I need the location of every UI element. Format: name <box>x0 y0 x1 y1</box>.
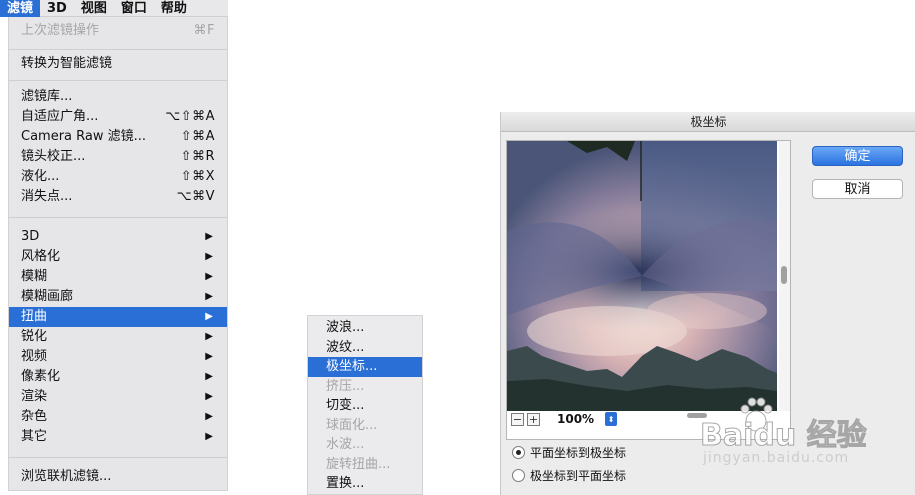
shortcut-label: ⇧⌘R <box>180 149 215 164</box>
polar-preview-graphic <box>507 141 777 411</box>
shortcut-label: ⇧⌘X <box>180 169 215 184</box>
shortcut-label: ⌘F <box>193 23 215 38</box>
option-rect-to-polar[interactable]: 平面坐标到极坐标 <box>512 443 626 461</box>
radio-button-checked[interactable] <box>512 445 525 459</box>
chevron-right-icon: ▶ <box>205 231 213 242</box>
zoom-level: 100% <box>557 412 595 426</box>
menu-item-label: 视频 <box>21 349 48 364</box>
submenu-item-pinch[interactable]: 挤压... <box>308 377 422 397</box>
menu-item-label: 扭曲 <box>21 309 48 324</box>
zoom-out-button[interactable]: − <box>511 412 524 426</box>
menu-item-label: 模糊画廊 <box>21 289 74 304</box>
menu-view[interactable]: 视图 <box>74 0 114 17</box>
filter-dropdown-menu: 上次滤镜操作 ⌘F 转换为智能滤镜 滤镜库... 自适应广角... ⌥⇧⌘A C… <box>8 17 228 491</box>
watermark: Baidu 经验 jingyan.baidu.com <box>700 395 900 475</box>
menu-item-label: 渲染 <box>21 389 48 404</box>
chevron-right-icon: ▶ <box>205 311 213 322</box>
shortcut-label: ⌥⌘V <box>176 189 215 204</box>
watermark-logo: Baidu 经验 <box>700 418 868 454</box>
submenu-item-displace[interactable]: 置换... <box>308 474 422 494</box>
menu-item-filter-gallery[interactable]: 滤镜库... <box>9 87 227 107</box>
menu-item-adaptive-wide-angle[interactable]: 自适应广角... ⌥⇧⌘A <box>9 107 227 127</box>
zoom-controls: − + 100% ⬍ <box>511 411 618 427</box>
submenu-other[interactable]: 其它 ▶ <box>9 427 227 447</box>
menu-item-label: 消失点... <box>21 189 73 204</box>
scrollbar-thumb[interactable] <box>781 266 787 284</box>
menu-separator <box>9 217 227 218</box>
submenu-pixelate[interactable]: 像素化 ▶ <box>9 367 227 387</box>
menu-item-camera-raw[interactable]: Camera Raw 滤镜... ⇧⌘A <box>9 127 227 147</box>
distort-submenu: 波浪... 波纹... 极坐标... 挤压... 切变... 球面化... 水波… <box>307 315 423 495</box>
submenu-item-wave[interactable]: 波浪... <box>308 318 422 338</box>
submenu-distort[interactable]: 扭曲 ▶ <box>9 307 227 327</box>
menu-separator <box>9 49 227 50</box>
menu-item-lens-correction[interactable]: 镜头校正... ⇧⌘R <box>9 147 227 167</box>
menu-item-label: 风格化 <box>21 249 61 264</box>
submenu-item-spherize[interactable]: 球面化... <box>308 416 422 436</box>
menu-item-label: Camera Raw 滤镜... <box>21 129 147 144</box>
submenu-render[interactable]: 渲染 ▶ <box>9 387 227 407</box>
menu-item-label: 3D <box>21 229 40 244</box>
chevron-right-icon: ▶ <box>205 271 213 282</box>
zoom-in-button[interactable]: + <box>527 412 540 426</box>
chevron-right-icon: ▶ <box>205 251 213 262</box>
shortcut-label: ⇧⌘A <box>180 129 215 144</box>
menu-item-liquify[interactable]: 液化... ⇧⌘X <box>9 167 227 187</box>
menu-item-label: 杂色 <box>21 409 48 424</box>
submenu-item-twirl[interactable]: 旋转扭曲... <box>308 455 422 475</box>
submenu-blur[interactable]: 模糊 ▶ <box>9 267 227 287</box>
menu-bar: 滤镜 3D 视图 窗口 帮助 <box>0 0 228 17</box>
zoom-dropdown-icon[interactable]: ⬍ <box>605 412 618 426</box>
menu-item-label: 像素化 <box>21 369 61 384</box>
menu-3d[interactable]: 3D <box>40 0 74 17</box>
shortcut-label: ⌥⇧⌘A <box>165 109 215 124</box>
option-polar-to-rect[interactable]: 极坐标到平面坐标 <box>512 466 626 484</box>
submenu-blur-gallery[interactable]: 模糊画廊 ▶ <box>9 287 227 307</box>
chevron-right-icon: ▶ <box>205 291 213 302</box>
menu-item-label: 浏览联机滤镜... <box>21 469 112 484</box>
submenu-stylize[interactable]: 风格化 ▶ <box>9 247 227 267</box>
chevron-right-icon: ▶ <box>205 411 213 422</box>
menu-item-label: 滤镜库... <box>21 89 73 104</box>
chevron-right-icon: ▶ <box>205 371 213 382</box>
vertical-scrollbar[interactable] <box>779 141 790 411</box>
option-label: 平面坐标到极坐标 <box>530 445 627 460</box>
menu-item-label: 上次滤镜操作 <box>21 23 100 38</box>
menu-item-label: 镜头校正... <box>21 149 86 164</box>
chevron-right-icon: ▶ <box>205 391 213 402</box>
ok-button[interactable]: 确定 <box>812 146 903 166</box>
chevron-right-icon: ▶ <box>205 431 213 442</box>
radio-button[interactable] <box>512 468 525 482</box>
dialog-title: 极坐标 <box>501 112 915 132</box>
menu-help[interactable]: 帮助 <box>154 0 194 17</box>
menu-item-label: 其它 <box>21 429 48 444</box>
chevron-right-icon: ▶ <box>205 351 213 362</box>
menu-item-label: 自适应广角... <box>21 109 99 124</box>
submenu-3d[interactable]: 3D ▶ <box>9 227 227 247</box>
menu-separator <box>9 80 227 81</box>
menu-separator <box>9 457 227 458</box>
menu-item-convert-smart-filter[interactable]: 转换为智能滤镜 <box>9 54 227 74</box>
watermark-url: jingyan.baidu.com <box>703 450 850 466</box>
submenu-noise[interactable]: 杂色 ▶ <box>9 407 227 427</box>
menu-item-label: 液化... <box>21 169 60 184</box>
submenu-video[interactable]: 视频 ▶ <box>9 347 227 367</box>
submenu-item-zigzag[interactable]: 水波... <box>308 435 422 455</box>
menu-item-vanishing-point[interactable]: 消失点... ⌥⌘V <box>9 187 227 207</box>
menu-filter[interactable]: 滤镜 <box>0 0 41 17</box>
menu-item-label: 转换为智能滤镜 <box>21 56 113 71</box>
submenu-item-shear[interactable]: 切变... <box>308 396 422 416</box>
submenu-sharpen[interactable]: 锐化 ▶ <box>9 327 227 347</box>
submenu-item-ripple[interactable]: 波纹... <box>308 338 422 358</box>
submenu-item-polar-coordinates[interactable]: 极坐标... <box>308 357 422 377</box>
option-label: 极坐标到平面坐标 <box>530 468 627 483</box>
menu-item-last-filter[interactable]: 上次滤镜操作 ⌘F <box>9 21 227 41</box>
menu-window[interactable]: 窗口 <box>114 0 154 17</box>
menu-item-label: 模糊 <box>21 269 48 284</box>
menu-item-label: 锐化 <box>21 329 48 344</box>
menu-item-browse-online-filters[interactable]: 浏览联机滤镜... <box>9 467 227 487</box>
preview-image[interactable] <box>507 141 777 411</box>
chevron-right-icon: ▶ <box>205 331 213 342</box>
cancel-button[interactable]: 取消 <box>812 179 903 199</box>
